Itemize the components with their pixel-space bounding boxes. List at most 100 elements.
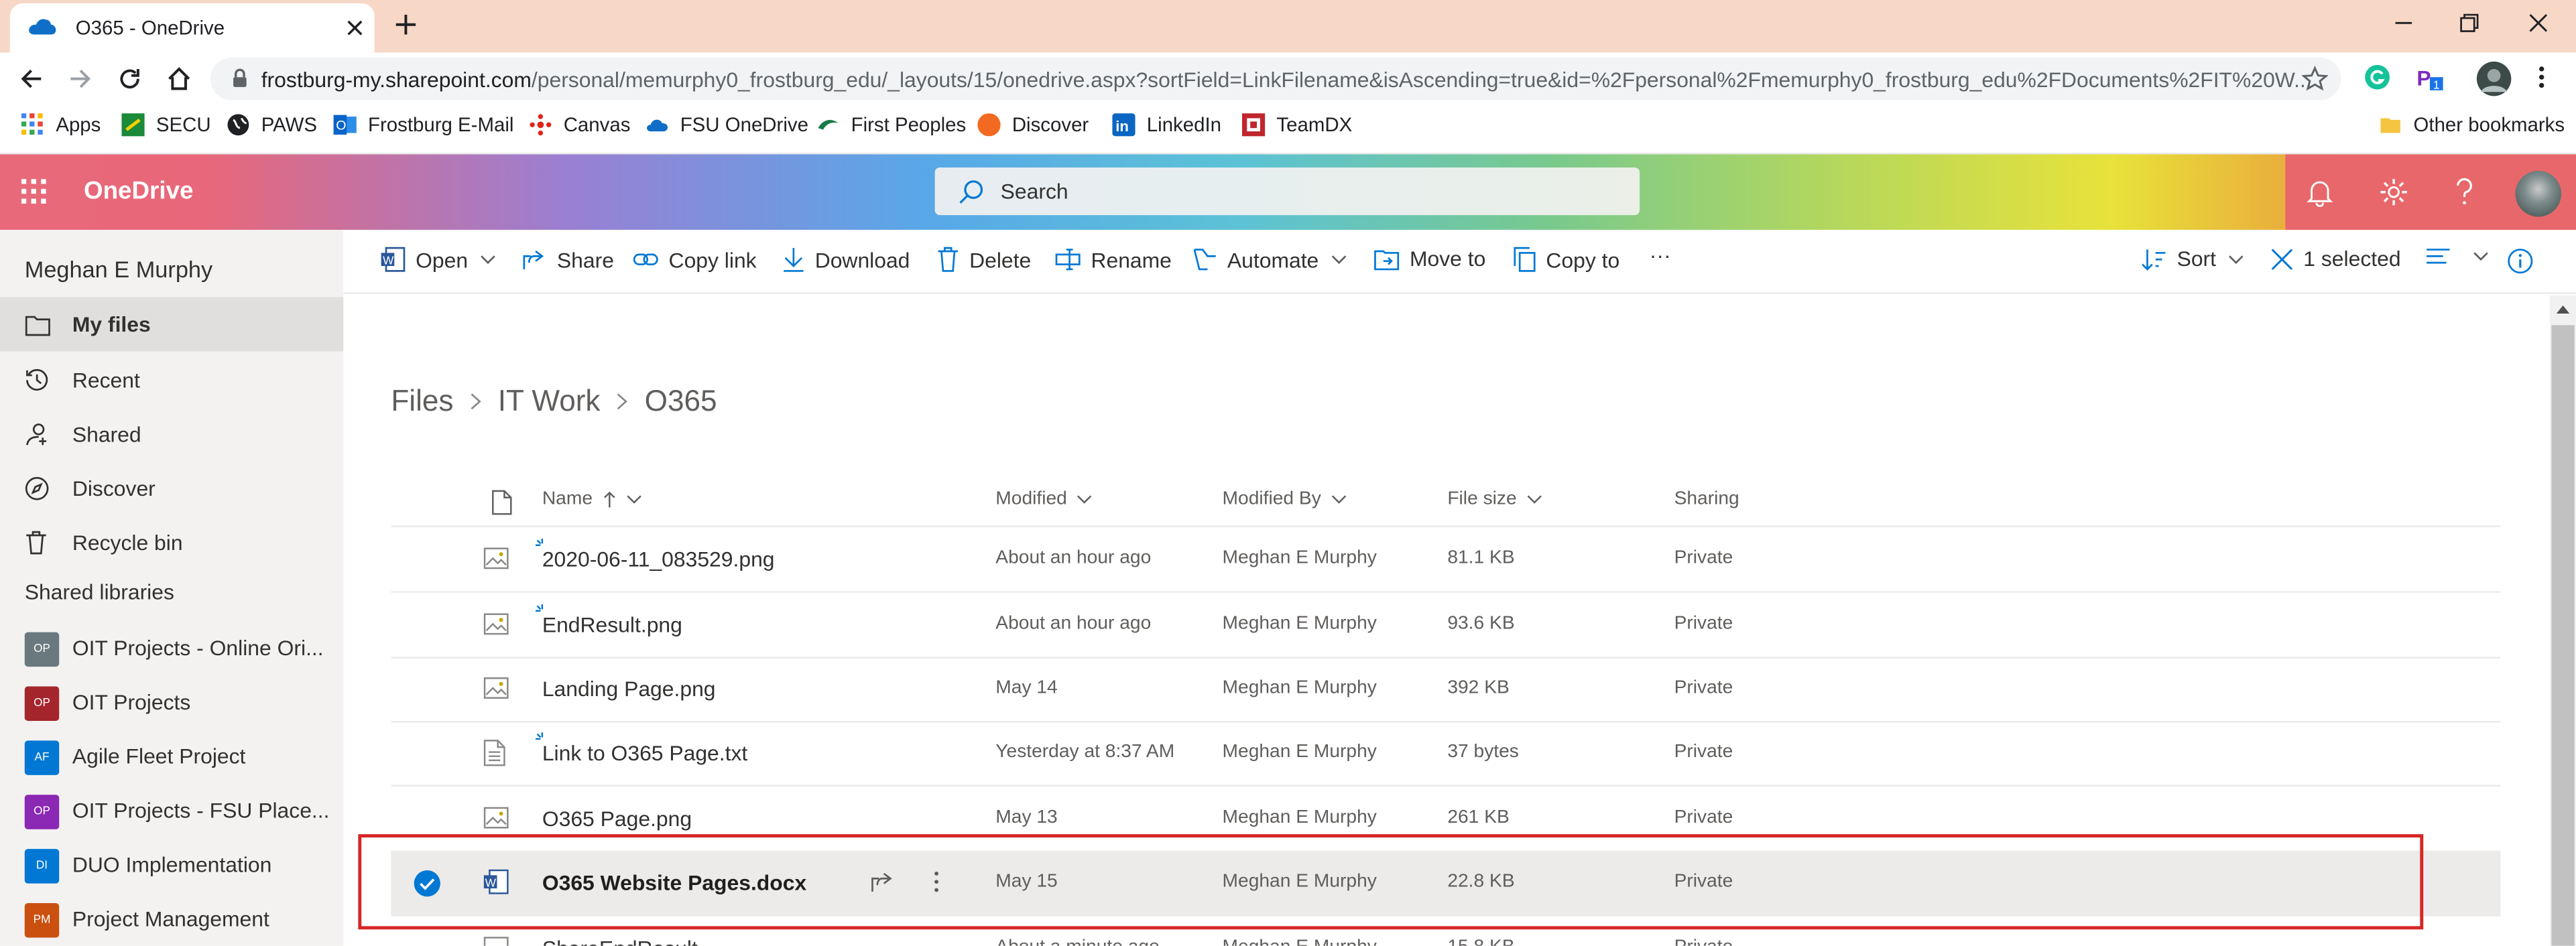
- forward-arrow-icon[interactable]: [67, 66, 93, 92]
- library-item[interactable]: OP OIT Projects - Online Ori...: [0, 622, 343, 677]
- close-window-icon[interactable]: [2527, 11, 2550, 34]
- file-name[interactable]: EndResult.png: [542, 612, 682, 637]
- user-avatar[interactable]: [2515, 170, 2562, 217]
- library-badge: OP: [24, 632, 60, 667]
- file-name[interactable]: Landing Page.png: [542, 677, 716, 701]
- move-to-button[interactable]: Move to: [1373, 247, 1485, 271]
- table-row[interactable]: 2020-06-11_083529.png About an hour ago …: [391, 527, 2501, 593]
- nav-item-label: Discover: [72, 476, 156, 501]
- table-row[interactable]: Link to O365 Page.txt Yesterday at 8:37 …: [391, 721, 2501, 787]
- column-header-modified[interactable]: Modified: [995, 489, 1093, 509]
- bookmark-discover[interactable]: Discover: [977, 113, 1089, 137]
- file-name[interactable]: ShareEndResult...: [542, 936, 716, 946]
- bookmark-star-icon[interactable]: [2301, 66, 2329, 92]
- teamdx-icon: [1241, 113, 1266, 137]
- nav-item-shared[interactable]: Shared: [0, 407, 343, 462]
- library-item[interactable]: DI DUO Implementation: [0, 839, 343, 893]
- chevron-right-icon: [470, 393, 481, 411]
- file-name[interactable]: Link to O365 Page.txt: [542, 740, 747, 765]
- minimize-icon[interactable]: [2392, 11, 2415, 34]
- help-question-icon[interactable]: [2455, 178, 2474, 207]
- file-sharing: Private: [1674, 742, 1733, 762]
- sort-button[interactable]: Sort: [2141, 247, 2244, 271]
- scroll-up-arrow-icon[interactable]: [2556, 303, 2570, 314]
- copy-link-button[interactable]: Copy link: [633, 247, 757, 273]
- chrome-menu-icon[interactable]: [2536, 64, 2547, 90]
- open-button[interactable]: W Open: [379, 247, 496, 273]
- rename-button[interactable]: Rename: [1055, 247, 1172, 273]
- bookmark-canvas[interactable]: Canvas: [529, 113, 630, 136]
- bookmark-first-peoples[interactable]: First Peoples: [816, 113, 966, 136]
- bookmark-apps[interactable]: Apps: [21, 113, 101, 136]
- info-pane-button[interactable]: [2507, 248, 2543, 274]
- delete-button[interactable]: Delete: [936, 247, 1031, 273]
- new-tab-icon[interactable]: [394, 13, 417, 36]
- bookmark-secu[interactable]: SECU: [121, 113, 211, 137]
- extension-badge-icon[interactable]: P1: [2415, 64, 2445, 94]
- chevron-down-icon: [1078, 495, 1093, 504]
- file-sharing: Private: [1674, 807, 1733, 828]
- bookmark-teamdx[interactable]: TeamDX: [1241, 113, 1352, 137]
- notifications-bell-icon[interactable]: [2307, 178, 2333, 207]
- automate-button[interactable]: Automate: [1191, 247, 1347, 273]
- canvas-icon: [530, 114, 552, 136]
- close-tab-icon[interactable]: [345, 18, 365, 38]
- grammarly-extension-icon[interactable]: [2364, 64, 2390, 90]
- folder-icon: [25, 315, 50, 336]
- settings-gear-icon[interactable]: [2379, 178, 2408, 207]
- file-modified-by: Meghan E Murphy: [1222, 807, 1377, 828]
- bookmark-frostburg-email[interactable]: O Frostburg E-Mail: [333, 113, 513, 136]
- library-label: Project Management: [72, 906, 269, 931]
- share-button[interactable]: Share: [521, 247, 614, 273]
- nav-item-recent[interactable]: Recent: [0, 353, 343, 407]
- nav-item-recycle-bin[interactable]: Recycle bin: [0, 516, 343, 570]
- column-header-modified-by[interactable]: Modified By: [1223, 489, 1348, 509]
- tab-title: O365 - OneDrive: [75, 16, 225, 40]
- home-icon[interactable]: [166, 66, 192, 92]
- restore-icon[interactable]: [2458, 11, 2481, 34]
- url-text[interactable]: frostburg-my.sharepoint.com/personal/mem…: [261, 67, 2312, 92]
- clear-selection-button[interactable]: 1 selected: [2270, 247, 2401, 271]
- reload-icon[interactable]: [117, 66, 143, 92]
- image-file-icon: [483, 547, 509, 569]
- nav-item-discover[interactable]: Discover: [0, 462, 343, 516]
- svg-text:1: 1: [2433, 78, 2440, 91]
- app-frame: O365 - OneDrive frostburg-my.sharepoint.…: [0, 0, 2576, 946]
- address-bar[interactable]: frostburg-my.sharepoint.com/personal/mem…: [210, 57, 2341, 100]
- file-type-header-icon[interactable]: [481, 489, 513, 515]
- library-label: OIT Projects - FSU Place...: [72, 798, 330, 823]
- library-item[interactable]: PM Project Management: [0, 893, 343, 945]
- table-row[interactable]: EndResult.png About an hour ago Meghan E…: [391, 593, 2501, 659]
- library-badge: OP: [24, 686, 60, 721]
- table-row[interactable]: Landing Page.png May 14 Meghan E Murphy …: [391, 657, 2501, 723]
- lock-icon[interactable]: [230, 67, 249, 88]
- bookmark-linkedin[interactable]: in LinkedIn: [1112, 113, 1221, 137]
- search-input[interactable]: Search: [934, 167, 1640, 216]
- column-header-sharing[interactable]: Sharing: [1674, 489, 1739, 509]
- column-header-file-size[interactable]: File size: [1447, 489, 1543, 509]
- browser-tab[interactable]: O365 - OneDrive: [9, 3, 375, 53]
- recycle-bin-icon: [26, 531, 46, 555]
- bookmark-fsu-onedrive[interactable]: FSU OneDrive: [646, 113, 808, 136]
- back-arrow-icon[interactable]: [18, 66, 44, 92]
- breadcrumb-files[interactable]: Files: [391, 385, 453, 419]
- download-button[interactable]: Download: [782, 247, 910, 273]
- column-header-name[interactable]: Name: [542, 489, 642, 509]
- file-name[interactable]: 2020-06-11_083529.png: [542, 547, 775, 571]
- copy-to-button[interactable]: Copy to: [1513, 247, 1619, 273]
- library-item[interactable]: OP OIT Projects - FSU Place...: [0, 785, 343, 839]
- bookmark-paws[interactable]: PAWS: [227, 113, 317, 136]
- view-options-button[interactable]: [2425, 247, 2490, 266]
- library-item[interactable]: AF Agile Fleet Project: [0, 731, 343, 785]
- app-name[interactable]: OneDrive: [84, 178, 193, 206]
- more-commands-button[interactable]: ···: [1650, 243, 1671, 268]
- nav-item-my-files[interactable]: My files: [0, 297, 344, 352]
- profile-avatar-icon[interactable]: [2476, 61, 2512, 97]
- app-launcher-icon[interactable]: [21, 179, 48, 205]
- scrollbar-thumb[interactable]: [2551, 325, 2575, 946]
- library-item[interactable]: OP OIT Projects: [0, 677, 343, 731]
- bookmark-other[interactable]: Other bookmarks: [2379, 113, 2565, 136]
- file-name[interactable]: O365 Page.png: [542, 806, 692, 831]
- breadcrumb-it-work[interactable]: IT Work: [498, 385, 601, 419]
- nav-item-label: Recent: [72, 368, 140, 393]
